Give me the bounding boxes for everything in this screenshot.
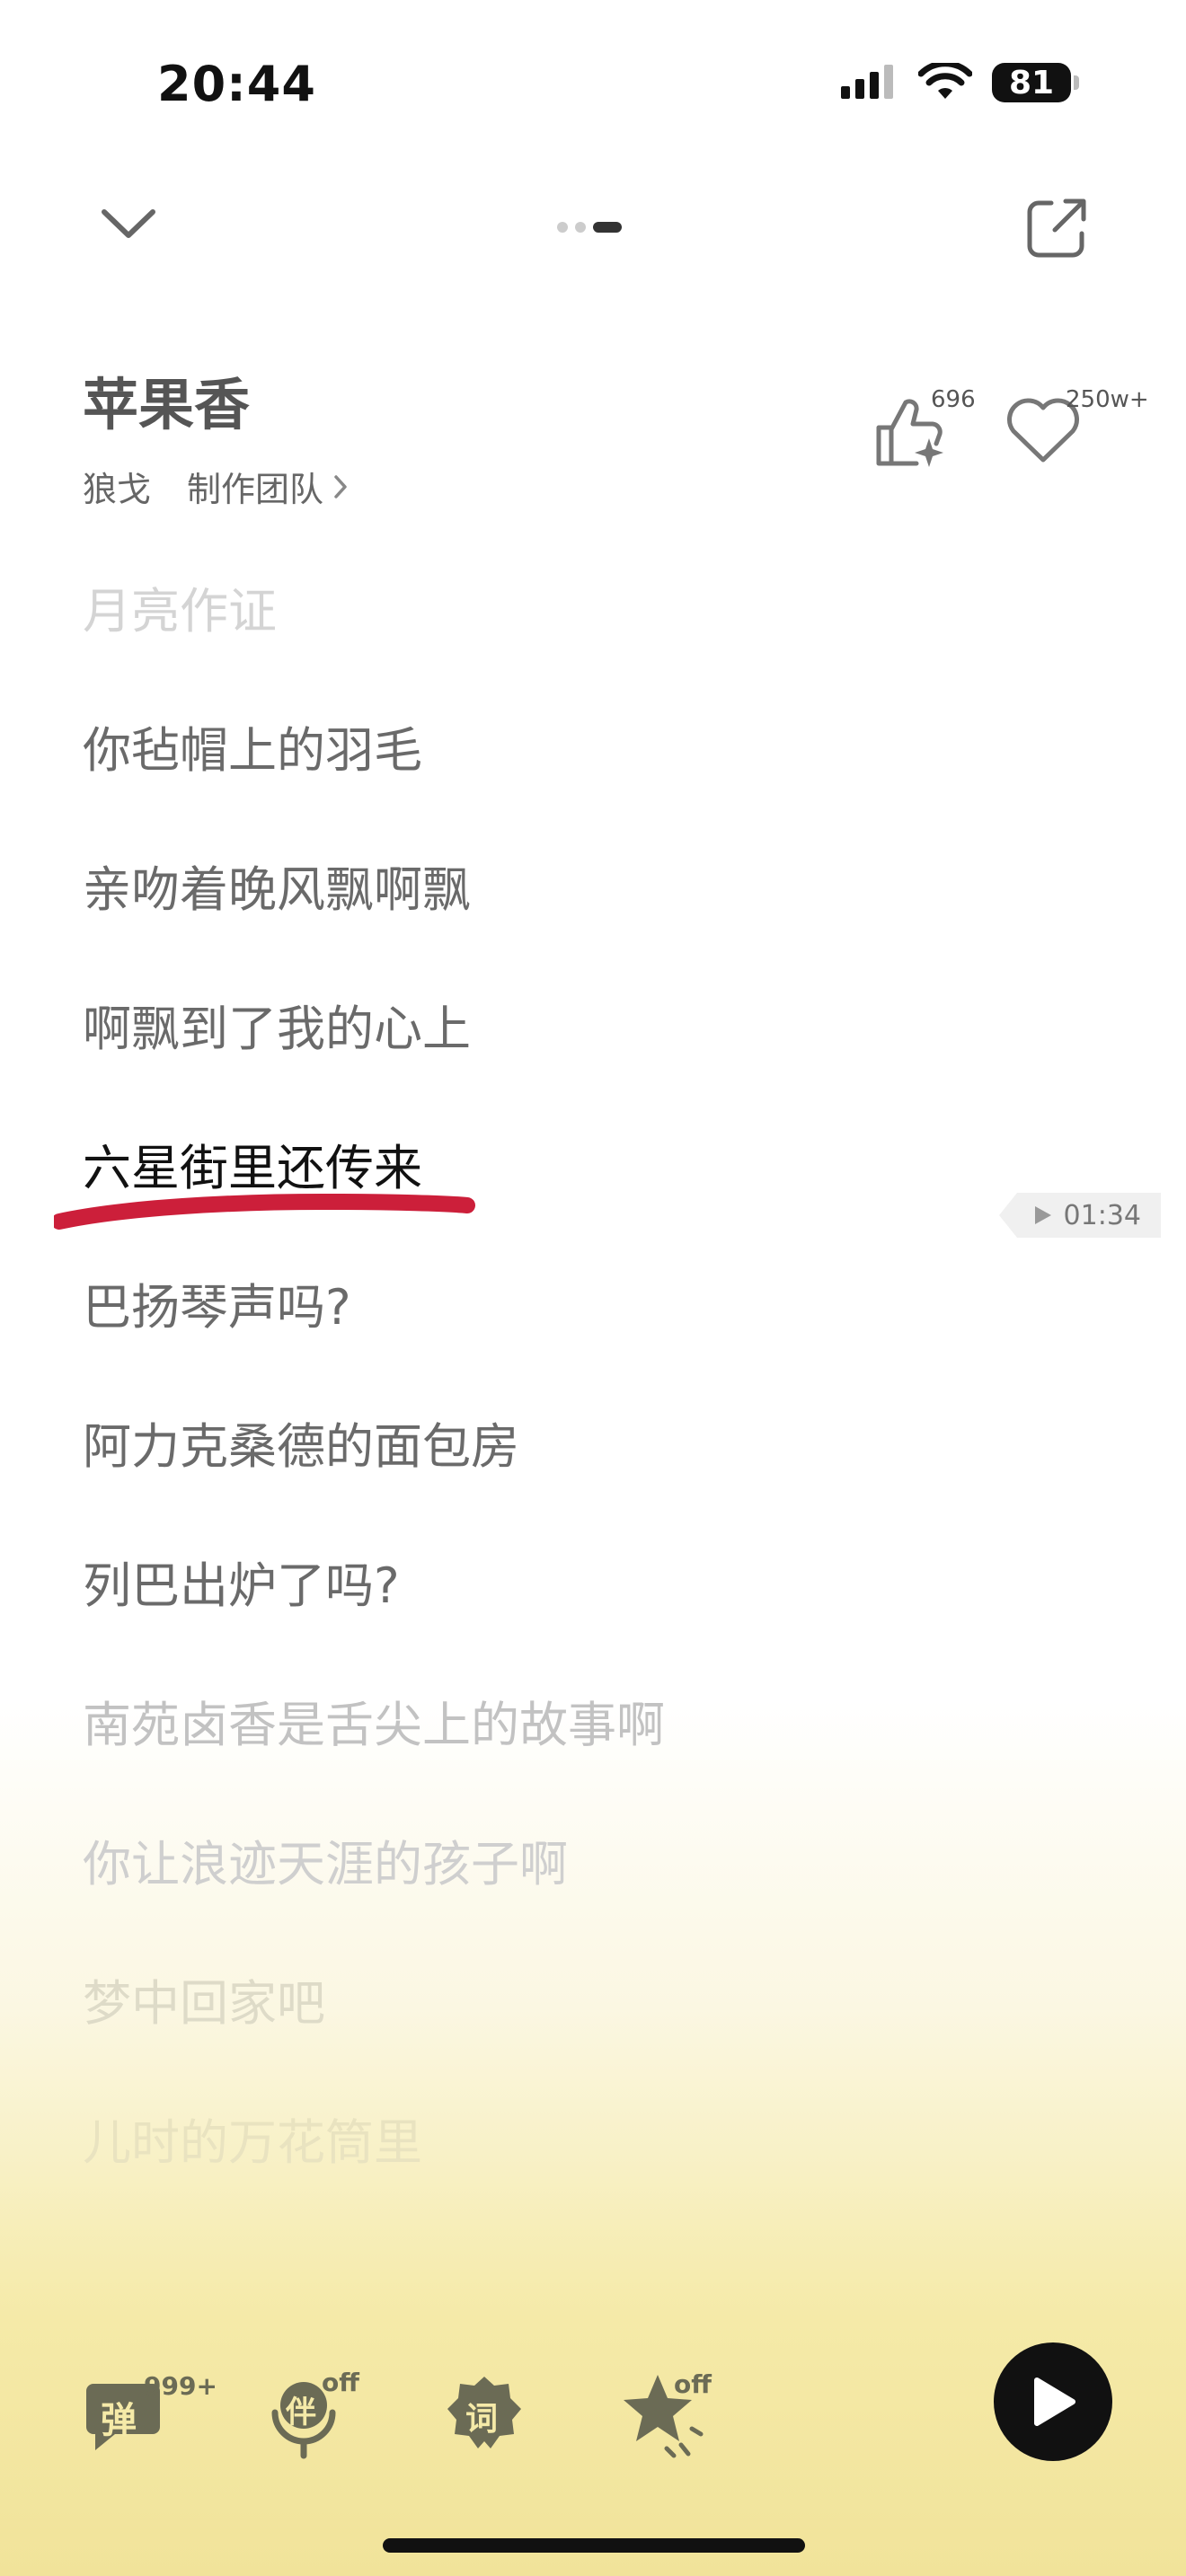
lyric-line[interactable]: 阿力克桑德的面包房 (83, 1407, 519, 1478)
lyric-line[interactable]: 你毡帽上的羽毛 (83, 710, 422, 781)
battery-indicator: 81 (992, 63, 1079, 102)
status-time: 20:44 (157, 56, 316, 112)
lyric-settings-button[interactable]: 词 (444, 2368, 543, 2466)
play-small-icon (1034, 1206, 1051, 1224)
song-meta: 狼戈 制作团队 (83, 462, 349, 511)
lyric-line[interactable]: 巴扬琴声吗? (83, 1267, 351, 1338)
page-dot (557, 222, 568, 233)
like-count: 696 (931, 386, 976, 413)
home-indicator (383, 2538, 805, 2553)
accompany-char: 伴 (286, 2395, 316, 2430)
accompaniment-off-badge: off (322, 2368, 359, 2397)
lyric-line[interactable]: 月亮作证 (83, 571, 277, 642)
status-icons: 81 (841, 63, 1079, 102)
lyric-line[interactable]: 南苑卤香是舌尖上的故事啊 (83, 1685, 665, 1756)
favorite-count: 250w+ (1066, 386, 1149, 413)
team-label: 制作团队 (187, 470, 324, 509)
lyric-line-current[interactable]: 六星街里还传来 (83, 1128, 422, 1199)
danmaku-char: 弹 (101, 2400, 137, 2441)
artist-name[interactable]: 狼戈 (83, 462, 151, 511)
chevron-right-icon (334, 474, 347, 498)
lyric-line[interactable]: 你让浪迹天涯的孩子啊 (83, 1824, 568, 1895)
lyric-line[interactable]: 啊飘到了我的心上 (83, 989, 471, 1060)
production-team-link[interactable]: 制作团队 (187, 462, 349, 511)
lyric-char: 词 (465, 2401, 499, 2438)
cellular-signal-icon (841, 65, 893, 99)
page-dot (575, 222, 586, 233)
wifi-icon (918, 63, 972, 99)
handwritten-underline-mark (54, 1193, 475, 1230)
play-button[interactable] (994, 2342, 1112, 2461)
seek-to-line-chip[interactable]: 01:34 (999, 1193, 1161, 1238)
seek-timestamp: 01:34 (1063, 1199, 1141, 1231)
lyric-line[interactable]: 亲吻着晚风飘啊飘 (83, 850, 471, 921)
page-indicator[interactable] (557, 222, 622, 233)
effects-off-badge: off (674, 2369, 712, 2399)
lyric-line[interactable]: 儿时的万花筒里 (83, 2103, 422, 2174)
danmaku-count-badge: 999+ (144, 2371, 217, 2401)
play-icon (1034, 2378, 1075, 2426)
page-dot-active (593, 222, 622, 233)
song-title: 苹果香 (83, 372, 251, 437)
chevron-down-icon[interactable] (97, 201, 160, 246)
lyric-line[interactable]: 列巴出炉了吗? (83, 1546, 400, 1617)
lyric-line[interactable]: 梦中回家吧 (83, 1963, 325, 2034)
share-icon[interactable] (1024, 196, 1089, 260)
